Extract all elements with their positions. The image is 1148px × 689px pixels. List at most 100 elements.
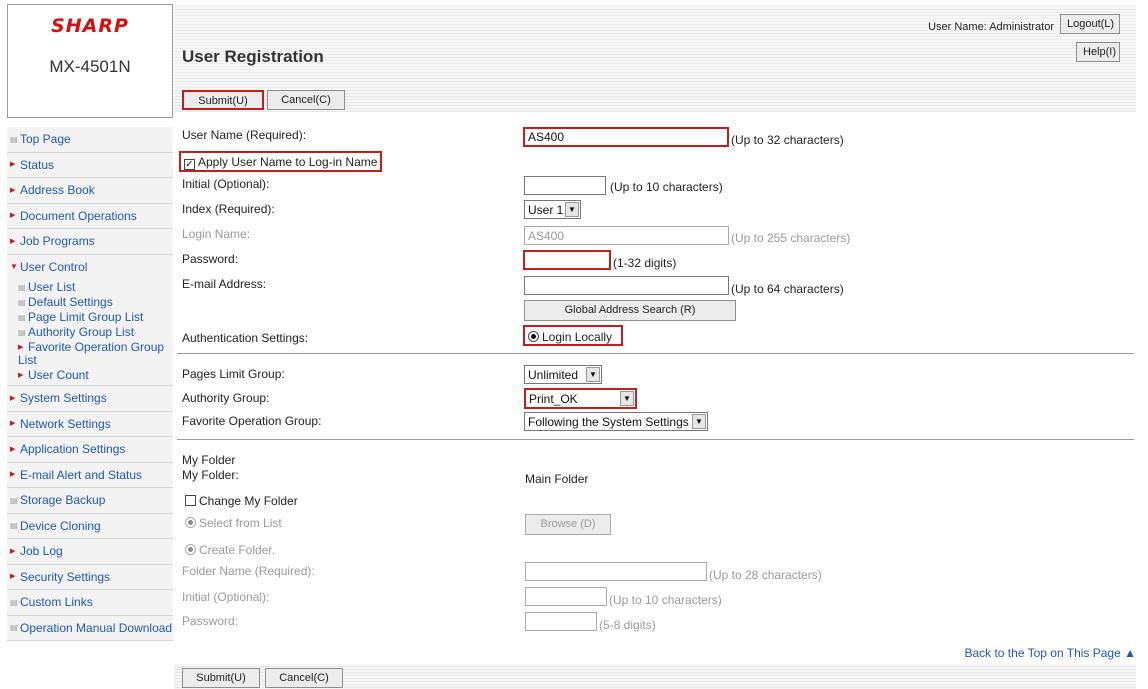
sidebar-item-network-settings[interactable]: ▶ Network Settings (7, 411, 173, 437)
sidebar-subitem-default-settings[interactable]: ▤ Default Settings (7, 295, 173, 310)
apply-login-name-checkbox[interactable]: ✓ (184, 159, 195, 170)
sidebar-subitem-page-limit-group-list[interactable]: ▤ Page Limit Group List (7, 310, 173, 325)
sidebar-subitem-user-list[interactable]: ▤ User List (7, 280, 173, 295)
select-from-list-radio (185, 517, 196, 528)
logout-button[interactable]: Logout(L) (1060, 14, 1120, 34)
sidebar-item-status[interactable]: ▶ Status (7, 152, 173, 178)
help-button[interactable]: Help(I) (1076, 42, 1120, 62)
sidebar-item-job-log[interactable]: ▶ Job Log (7, 539, 173, 565)
sidebar-item-security-settings[interactable]: ▶ Security Settings (7, 564, 173, 590)
arrow-down-icon: ▼ (10, 262, 18, 272)
user-name-input[interactable] (523, 127, 729, 147)
create-folder-option: Create Folder. (185, 543, 275, 557)
submit-button-top[interactable]: Submit(U) (182, 90, 264, 110)
page-title: User Registration (182, 47, 324, 66)
pages-limit-label: Pages Limit Group: (182, 367, 285, 381)
sidebar-item-application-settings[interactable]: ▶ Application Settings (7, 437, 173, 463)
sidebar-item-operation-manual-download[interactable]: ▤ Operation Manual Download (7, 615, 173, 641)
change-folder-option[interactable]: Change My Folder (185, 494, 298, 508)
login-name-hint: (Up to 255 characters) (731, 231, 851, 245)
folder-name-label: Folder Name (Required): (182, 564, 315, 578)
password-input[interactable] (523, 250, 611, 270)
arrow-right-icon: ▶ (10, 237, 16, 245)
cancel-button-bottom[interactable]: Cancel(C) (265, 668, 343, 688)
user-name-hint: (Up to 32 characters) (731, 133, 844, 147)
sidebar-item-document-operations[interactable]: ▶ Document Operations (7, 203, 173, 229)
logo-panel: SHARP MX-4501N (7, 4, 173, 118)
favorite-group-label: Favorite Operation Group: (182, 414, 322, 428)
folder-name-input (525, 562, 707, 581)
change-folder-label: Change My Folder (199, 494, 298, 508)
sidebar-item-email-alert-status[interactable]: ▶ E-mail Alert and Status (7, 462, 173, 488)
global-address-search-button[interactable]: Global Address Search (R) (524, 300, 736, 321)
dropdown-arrow-icon: ▼ (692, 414, 706, 429)
arrow-right-icon: ▶ (10, 212, 16, 220)
folder-initial-label: Initial (Optional): (182, 590, 270, 604)
document-icon: ▤ (18, 297, 26, 307)
select-from-list-option: Select from List (185, 516, 282, 530)
sidebar-subitem-authority-group-list[interactable]: ▤ Authority Group List (7, 325, 173, 340)
current-user: User Name: Administrator (928, 21, 1054, 33)
divider (177, 439, 1134, 440)
arrow-right-icon: ▶ (10, 186, 16, 194)
folder-password-hint: (5-8 digits) (599, 618, 656, 632)
sidebar-subitem-favorite-operation-group-list[interactable]: ▶ Favorite Operation Group List (7, 340, 173, 368)
index-select[interactable]: User 1 ▼ (524, 200, 581, 219)
sidebar-item-user-control[interactable]: ▼ User Control (7, 254, 173, 280)
document-icon: ▤ (10, 623, 18, 633)
sidebar-item-storage-backup[interactable]: ▤ Storage Backup (7, 488, 173, 514)
sidebar-item-system-settings[interactable]: ▶ System Settings (7, 386, 173, 412)
folder-password-input (525, 612, 597, 631)
document-icon: ▤ (10, 597, 18, 607)
email-hint: (Up to 64 characters) (731, 282, 844, 296)
apply-login-name-option[interactable]: ✓ Apply User Name to Log-in Name (179, 151, 382, 172)
initial-input[interactable] (524, 176, 606, 195)
arrow-right-icon: ▶ (10, 573, 16, 581)
sidebar-item-top-page[interactable]: ▤ Top Page (7, 127, 173, 153)
email-input[interactable] (524, 276, 729, 295)
arrow-right-icon: ▶ (10, 161, 16, 169)
sidebar-item-address-book[interactable]: ▶ Address Book (7, 178, 173, 204)
sidebar-item-device-cloning[interactable]: ▤ Device Cloning (7, 513, 173, 539)
document-icon: ▤ (18, 327, 26, 337)
folder-name-hint: (Up to 28 characters) (709, 568, 822, 582)
folder-password-label: Password: (182, 614, 239, 628)
authority-group-select[interactable]: Print_OK ▼ (524, 388, 637, 409)
sidebar-item-job-programs[interactable]: ▶ Job Programs (7, 229, 173, 255)
login-name-label: Login Name: (182, 227, 251, 241)
arrow-right-icon: ▶ (10, 420, 16, 428)
my-folder-value: Main Folder (525, 472, 589, 486)
initial-hint: (Up to 10 characters) (610, 180, 723, 194)
create-folder-radio (185, 544, 196, 555)
favorite-group-select[interactable]: Following the System Settings ▼ (524, 412, 708, 431)
change-folder-checkbox[interactable] (185, 495, 196, 506)
document-icon: ▤ (10, 521, 18, 531)
browse-button: Browse (D) (525, 514, 611, 535)
my-folder-heading: My Folder (182, 453, 236, 467)
auth-settings-label: Authentication Settings: (182, 331, 309, 345)
initial-label: Initial (Optional): (182, 177, 270, 191)
dropdown-arrow-icon: ▼ (620, 391, 634, 406)
sharp-logo: SHARP (51, 15, 129, 37)
login-locally-label: Login Locally (542, 330, 613, 344)
login-locally-radio[interactable] (528, 331, 539, 342)
folder-initial-hint: (Up to 10 characters) (609, 593, 722, 607)
arrow-right-icon: ▶ (10, 471, 16, 479)
sidebar-item-custom-links[interactable]: ▤ Custom Links (7, 590, 173, 616)
sidebar-nav: ▤ Top Page ▶ Status ▶ Address Book ▶ Documen… (7, 127, 173, 641)
back-to-top-link[interactable]: Back to the Top on This Page ▲ (964, 646, 1136, 660)
document-icon: ▤ (10, 134, 18, 144)
arrow-right-icon: ▶ (18, 371, 24, 379)
sidebar-subitem-user-count[interactable]: ▶ User Count (7, 368, 173, 386)
header-bar: User Name: Administrator Logout(L) Help(… (174, 4, 1136, 88)
login-locally-option[interactable]: Login Locally (523, 325, 623, 346)
document-icon: ▤ (18, 282, 26, 292)
arrow-right-icon: ▶ (10, 445, 16, 453)
submit-button-bottom[interactable]: Submit(U) (182, 668, 260, 688)
pages-limit-select[interactable]: Unlimited ▼ (524, 365, 602, 384)
index-label: Index (Required): (182, 202, 275, 216)
my-folder-label: My Folder: (182, 468, 239, 482)
document-icon: ▤ (18, 312, 26, 322)
cancel-button-top[interactable]: Cancel(C) (267, 90, 345, 110)
user-name-label: User Name (Required): (182, 128, 307, 142)
